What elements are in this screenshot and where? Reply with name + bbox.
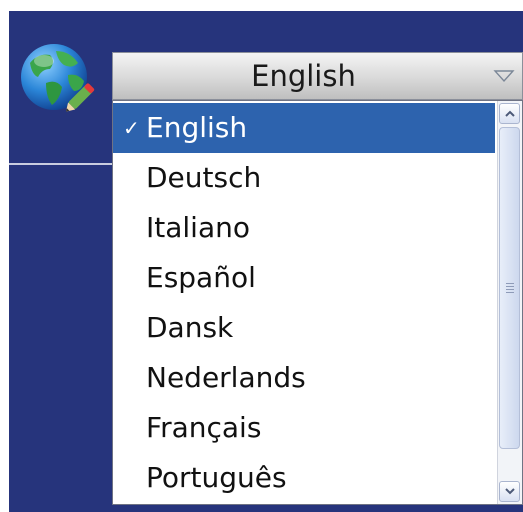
option-english[interactable]: ✓ English	[113, 103, 495, 153]
language-dropdown-list: ✓ English Deutsch Italiano Español Dansk…	[112, 100, 523, 505]
divider	[9, 163, 114, 165]
globe-with-pencil-icon	[16, 39, 100, 123]
option-deutsch[interactable]: Deutsch	[113, 153, 495, 203]
option-label: Dansk	[146, 311, 234, 344]
grip-line	[506, 289, 514, 290]
option-francais[interactable]: Français	[113, 403, 495, 453]
grip-line	[506, 283, 514, 284]
option-label: Nederlands	[146, 361, 306, 394]
language-select[interactable]: English	[112, 52, 523, 100]
scroll-down-icon[interactable]	[499, 481, 520, 502]
chevron-down-icon[interactable]	[492, 68, 516, 84]
option-label: Español	[146, 261, 256, 294]
options-list: ✓ English Deutsch Italiano Español Dansk…	[113, 101, 499, 504]
option-label: Italiano	[146, 211, 250, 244]
option-nederlands[interactable]: Nederlands	[113, 353, 495, 403]
option-espanol[interactable]: Español	[113, 253, 495, 303]
option-italiano[interactable]: Italiano	[113, 203, 495, 253]
scrollbar-thumb[interactable]	[499, 127, 520, 449]
vertical-scrollbar[interactable]	[497, 101, 522, 504]
option-label: English	[146, 111, 248, 144]
scroll-up-icon[interactable]	[499, 103, 520, 124]
check-icon: ✓	[123, 116, 140, 140]
grip-line	[506, 292, 514, 293]
grip-line	[506, 286, 514, 287]
option-dansk[interactable]: Dansk	[113, 303, 495, 353]
option-portugues[interactable]: Português	[113, 453, 495, 503]
option-label: Français	[146, 411, 262, 444]
option-label: Deutsch	[146, 161, 262, 194]
option-label: Português	[146, 461, 287, 494]
language-select-value: English	[251, 59, 356, 93]
